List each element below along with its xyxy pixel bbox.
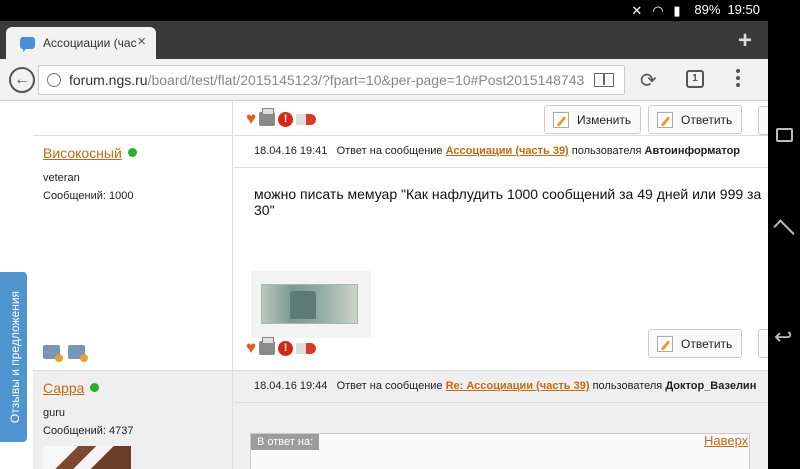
quote-label: В ответ на: — [251, 434, 320, 450]
close-tab-icon[interactable]: × — [137, 34, 146, 49]
url-text[interactable]: forum.ngs.ru/board/test/flat/2015145123/… — [69, 72, 594, 88]
warning-icon[interactable]: ! — [278, 111, 294, 127]
user-rank: guru — [43, 407, 66, 419]
message-count: Сообщений: 4737 — [43, 425, 134, 437]
cell-signal-icon: ▮ — [673, 2, 681, 18]
tab-strip: Ассоциации (час × + — [0, 21, 768, 59]
feedback-tab[interactable]: Отзывы и предложения — [0, 272, 27, 442]
add-friend-icon[interactable] — [43, 345, 63, 362]
post-actions-prev: ♥ ! Изменить Ответить — [234, 101, 768, 135]
post-author-panel: Сарра guru Сообщений: 4737 — [33, 371, 233, 469]
globe-icon — [47, 73, 61, 87]
wifi-icon: ◠ — [652, 2, 664, 18]
by-label: пользователя — [571, 145, 642, 157]
post-header: 18.04.16 19:44 Ответ на сообщение Re: Ас… — [234, 371, 768, 403]
reply-icon — [657, 335, 673, 352]
username-link[interactable]: Сарра — [43, 380, 84, 396]
online-status-icon — [90, 383, 100, 392]
status-bar: ✕ ◠ ▮ 89% 19:50 — [0, 0, 768, 21]
user-rank: veteran — [43, 172, 80, 184]
by-label: пользователя — [592, 380, 663, 392]
post-icons: ♥ ! — [246, 108, 317, 127]
post-text: можно писать мемуар "Как нафлудить 1000 … — [254, 186, 762, 218]
reply-to-link[interactable]: Ассоциации (часть 39) — [446, 145, 569, 157]
signal-off-icon: ✕ — [631, 2, 643, 18]
post-date: 18.04.16 19:41 — [254, 145, 328, 157]
back-nav-icon[interactable]: ↩ — [774, 324, 792, 350]
reply-button-prev[interactable]: Ответить — [648, 105, 743, 134]
user-actions — [43, 345, 88, 362]
post-icons: ♥ ! — [246, 337, 317, 356]
reader-mode-icon[interactable] — [594, 73, 614, 87]
to-top-link[interactable]: Наверх — [704, 433, 748, 448]
print-icon[interactable] — [259, 337, 276, 355]
tab-title: Ассоциации (час — [43, 36, 137, 50]
reload-icon[interactable]: ⟳ — [640, 68, 657, 93]
forum-page: Отзывы и предложения ♥ ! Изменить Ответи… — [0, 101, 768, 469]
speech-bubble-icon — [20, 37, 35, 52]
partial-button[interactable] — [758, 106, 768, 135]
browser-tab[interactable]: Ассоциации (час × — [6, 27, 156, 59]
recent-apps-icon[interactable] — [776, 128, 793, 142]
post-author-panel: Високосный veteran Сообщений: 1000 — [33, 135, 233, 370]
banknote-image — [251, 271, 371, 338]
avatar — [43, 446, 131, 469]
post-header: 18.04.16 19:41 Ответ на сообщение Ассоци… — [234, 136, 768, 168]
warning-icon[interactable]: ! — [278, 340, 294, 356]
reply-author[interactable]: Доктор_Вазелин — [665, 380, 756, 392]
horn-icon[interactable] — [296, 113, 317, 125]
post-body-panel: 18.04.16 19:41 Ответ на сообщение Ассоци… — [234, 135, 768, 370]
battery-text: 89% — [694, 2, 721, 17]
clock: 19:50 — [727, 2, 760, 17]
overflow-menu-icon[interactable] — [736, 69, 742, 90]
post-date: 18.04.16 19:44 — [254, 380, 328, 392]
reply-prefix: Ответ на сообщение — [336, 145, 443, 157]
quote-box: В ответ на: — [250, 433, 750, 469]
new-tab-icon[interactable]: + — [738, 27, 752, 55]
address-bar[interactable]: forum.ngs.ru/board/test/flat/2015145123/… — [38, 65, 625, 95]
edit-icon — [553, 111, 569, 128]
system-nav-bar: ↩ — [768, 0, 800, 469]
horn-icon[interactable] — [296, 342, 317, 354]
browser-toolbar: ← forum.ngs.ru/board/test/flat/201514512… — [0, 59, 768, 101]
home-icon[interactable] — [773, 219, 795, 241]
online-status-icon — [127, 148, 137, 157]
heart-icon[interactable]: ♥ — [246, 110, 256, 127]
mail-icon[interactable] — [68, 345, 88, 362]
post-body-panel: 18.04.16 19:44 Ответ на сообщение Re: Ас… — [234, 371, 768, 469]
post-2: Сарра guru Сообщений: 4737 18.04.16 19:4… — [33, 370, 768, 469]
reply-to-link[interactable]: Re: Ассоциации (часть 39) — [446, 380, 590, 392]
reply-icon — [657, 111, 673, 128]
message-count: Сообщений: 1000 — [43, 190, 134, 202]
edit-button[interactable]: Изменить — [544, 105, 642, 134]
feedback-label: Отзывы и предложения — [8, 290, 22, 424]
partial-button[interactable] — [758, 329, 768, 358]
reply-author[interactable]: Автоинформатор — [645, 145, 741, 157]
reply-prefix: Ответ на сообщение — [336, 380, 443, 392]
heart-icon[interactable]: ♥ — [246, 339, 256, 356]
back-button[interactable]: ← — [9, 67, 35, 93]
username-link[interactable]: Високосный — [43, 145, 122, 161]
print-icon[interactable] — [259, 108, 276, 126]
user-column-prev — [33, 101, 233, 135]
tabs-switcher-button[interactable]: 1 — [686, 70, 704, 88]
reply-button[interactable]: Ответить — [648, 329, 743, 358]
